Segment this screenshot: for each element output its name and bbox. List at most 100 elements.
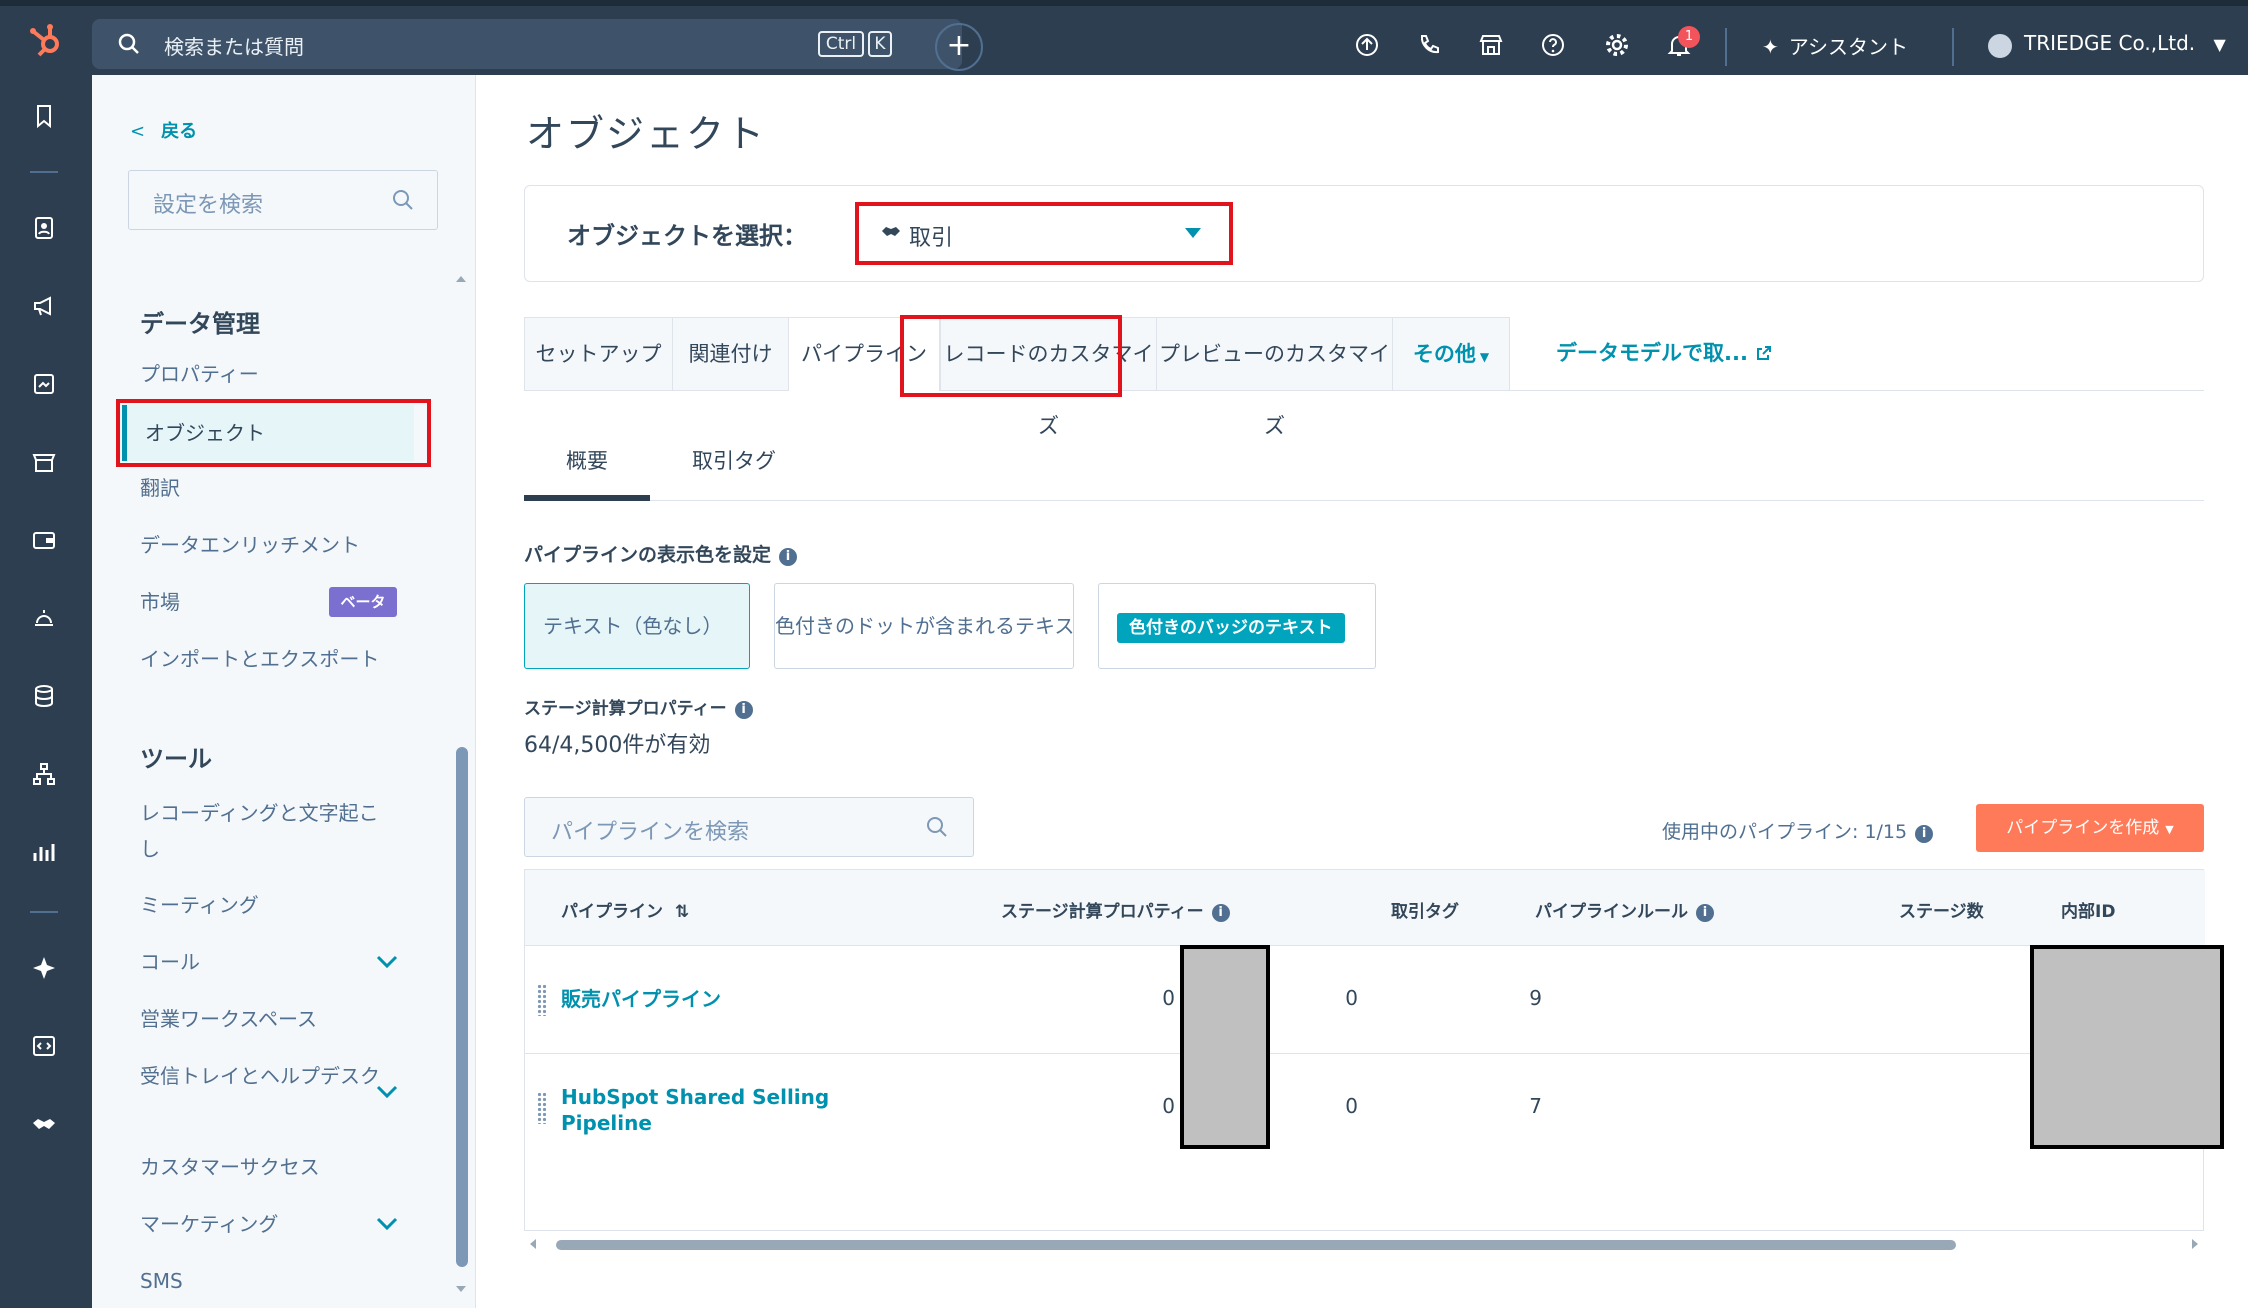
commerce-icon[interactable] — [31, 449, 57, 475]
sort-icon[interactable]: ⇅ — [675, 902, 689, 922]
search-placeholder: 検索または質問 — [164, 35, 304, 59]
shortcut-ctrl-key: Ctrl — [818, 31, 864, 57]
create-new-button[interactable]: + — [935, 23, 983, 71]
column-header-deal-tags: 取引タグ — [1391, 902, 1459, 922]
info-icon[interactable]: i — [734, 701, 753, 719]
phone-icon[interactable] — [1416, 32, 1442, 58]
settings-search-input[interactable]: 設定を検索 — [128, 170, 438, 230]
drag-handle-icon[interactable] — [537, 984, 547, 1016]
tab-data-model-link[interactable]: データモデルで取... — [1510, 317, 2204, 391]
subtab-overview[interactable]: 概要 — [566, 445, 608, 475]
info-icon[interactable]: i — [1915, 825, 1934, 843]
content-icon[interactable] — [31, 371, 57, 397]
sidebar-scrollbar-thumb[interactable] — [456, 747, 468, 1267]
highlight-pipeline-tab-annotation — [900, 315, 1122, 397]
sidebar-item-properties[interactable]: プロパティー — [140, 356, 390, 392]
stage-calc-text: ステージ計算プロパティー — [524, 699, 727, 719]
create-pipeline-button[interactable]: パイプラインを作成 ▼ — [1976, 804, 2204, 852]
column-header-pipeline-rules: パイプラインルール i — [1535, 897, 1714, 922]
notification-count-badge: 1 — [1678, 26, 1700, 48]
highlight-object-select-annotation — [855, 202, 1233, 265]
bookmark-icon[interactable] — [31, 103, 57, 129]
object-selector-card: オブジェクトを選択： 取引 — [524, 185, 2204, 282]
color-option-badge-text[interactable]: 色付きのバッジのテキスト — [1098, 583, 1376, 669]
contacts-icon[interactable] — [31, 215, 57, 241]
table-header: パイプライン ⇅ ステージ計算プロパティー i 取引タグ パイプラインルール i ステ… — [525, 870, 2205, 946]
info-icon[interactable]: i — [1211, 904, 1230, 922]
stage-count: 7 — [1529, 1094, 1542, 1118]
chevron-down-icon[interactable] — [376, 1217, 398, 1231]
sidebar-item-meetings[interactable]: ミーティング — [140, 887, 390, 923]
table-horizontal-scrollbar[interactable] — [524, 1235, 2204, 1253]
chevron-down-icon[interactable] — [376, 955, 398, 969]
table-row: HubSpot Shared Selling Pipeline 0 0 7 — [525, 1054, 2205, 1162]
help-icon[interactable] — [1540, 32, 1566, 58]
sidebar-item-customer-success[interactable]: カスタマーサクセス — [140, 1149, 390, 1185]
section-title-data-management: データ管理 — [140, 310, 260, 338]
marketplace-icon[interactable] — [1478, 32, 1504, 58]
sidebar-item-import-export[interactable]: インポートとエクスポート — [140, 641, 390, 677]
sidebar-item-inbox-helpdesk[interactable]: 受信トレイとヘルプデスク — [140, 1058, 390, 1094]
global-search-bar[interactable]: 検索または質問 Ctrl K — [92, 19, 962, 69]
data-model-label: データモデルで取... — [1556, 341, 1748, 365]
partner-handshake-icon[interactable] — [31, 1111, 57, 1137]
color-option-text-only[interactable]: テキスト（色なし） — [524, 583, 750, 669]
reports-bar-chart-icon[interactable] — [31, 839, 57, 865]
tab-associations[interactable]: 関連付け — [672, 317, 788, 391]
search-icon — [927, 817, 947, 837]
top-navigation-bar: 検索または質問 Ctrl K + 1 ✦ アシスタント TRIEDGE Co.,L… — [0, 0, 2248, 75]
object-tabs: セットアップ 関連付け パイプライン レコードのカスタマイズ プレビューのカスタ… — [524, 317, 2204, 438]
ai-sparkle-icon[interactable] — [31, 955, 57, 981]
tab-setup[interactable]: セットアップ — [524, 317, 672, 391]
left-navigation-rail — [0, 75, 92, 1308]
upgrade-icon[interactable] — [1354, 32, 1380, 58]
assistant-button[interactable]: ✦ アシスタント — [1762, 31, 1908, 60]
assistant-label: アシスタント — [1788, 35, 1908, 59]
pipeline-rules-count: 0 — [1345, 1094, 1358, 1118]
sidebar-item-marketing[interactable]: マーケティング — [140, 1206, 390, 1242]
sidebar-item-sms[interactable]: SMS — [140, 1263, 390, 1299]
pipeline-name-link[interactable]: 販売パイプライン — [561, 986, 721, 1012]
developer-code-icon[interactable] — [31, 1033, 57, 1059]
pipeline-subtabs: 概要 取引タグ — [524, 445, 2204, 501]
account-menu[interactable]: TRIEDGE Co.,Ltd. ▼ — [2024, 31, 2226, 55]
caret-down-icon: ▼ — [1479, 350, 1490, 364]
scrollbar-thumb[interactable] — [556, 1240, 1956, 1250]
shortcut-k-key: K — [868, 31, 892, 57]
pipelines-table: パイプライン ⇅ ステージ計算プロパティー i 取引タグ パイプラインルール i ステ… — [524, 869, 2205, 1231]
pipeline-name-link[interactable]: HubSpot Shared Selling Pipeline — [561, 1084, 851, 1136]
avatar[interactable] — [1988, 34, 2012, 58]
stage-calc-count: 64/4,500件が有効 — [524, 733, 711, 758]
tab-more-label: その他 — [1412, 342, 1476, 366]
tab-more[interactable]: その他 ▼ — [1392, 317, 1510, 391]
data-database-icon[interactable] — [31, 683, 57, 709]
automation-hierarchy-icon[interactable] — [31, 761, 57, 787]
divider — [30, 911, 58, 913]
create-pipeline-label: パイプラインを作成 — [2006, 818, 2160, 838]
scroll-left-arrow-icon[interactable] — [528, 1238, 538, 1250]
sidebar-item-sales-workspace[interactable]: 営業ワークスペース — [140, 1001, 390, 1037]
color-option-dot-text[interactable]: 色付きのドットが含まれるテキスト — [774, 583, 1074, 669]
info-icon[interactable]: i — [779, 548, 798, 566]
column-header-pipeline-text: パイプライン — [561, 902, 663, 922]
info-icon[interactable]: i — [1696, 904, 1714, 922]
search-icon — [393, 190, 413, 210]
back-label: 戻る — [161, 121, 198, 142]
sidebar-item-calls[interactable]: コール — [140, 944, 390, 980]
column-header-pipeline[interactable]: パイプライン ⇅ — [561, 897, 689, 922]
sidebar-item-data-enrichment[interactable]: データエンリッチメント — [140, 527, 390, 563]
back-link[interactable]: < 戻る — [130, 117, 197, 143]
pipeline-search-input[interactable]: パイプラインを検索 — [524, 797, 974, 857]
service-bell-icon[interactable] — [31, 605, 57, 631]
chevron-down-icon[interactable] — [376, 1085, 398, 1099]
tab-preview-customization[interactable]: プレビューのカスタマイズ — [1156, 317, 1392, 438]
drag-handle-icon[interactable] — [537, 1092, 547, 1124]
sidebar-item-recording[interactable]: レコーディングと文字起こし — [140, 795, 390, 867]
sidebar-item-translation[interactable]: 翻訳 — [140, 470, 390, 506]
wallet-icon[interactable] — [31, 527, 57, 553]
subtab-deal-tags[interactable]: 取引タグ — [692, 445, 776, 475]
hubspot-logo-icon[interactable] — [26, 20, 66, 60]
scroll-right-arrow-icon[interactable] — [2190, 1238, 2200, 1250]
marketing-megaphone-icon[interactable] — [31, 293, 57, 319]
settings-gear-icon[interactable] — [1604, 32, 1630, 58]
